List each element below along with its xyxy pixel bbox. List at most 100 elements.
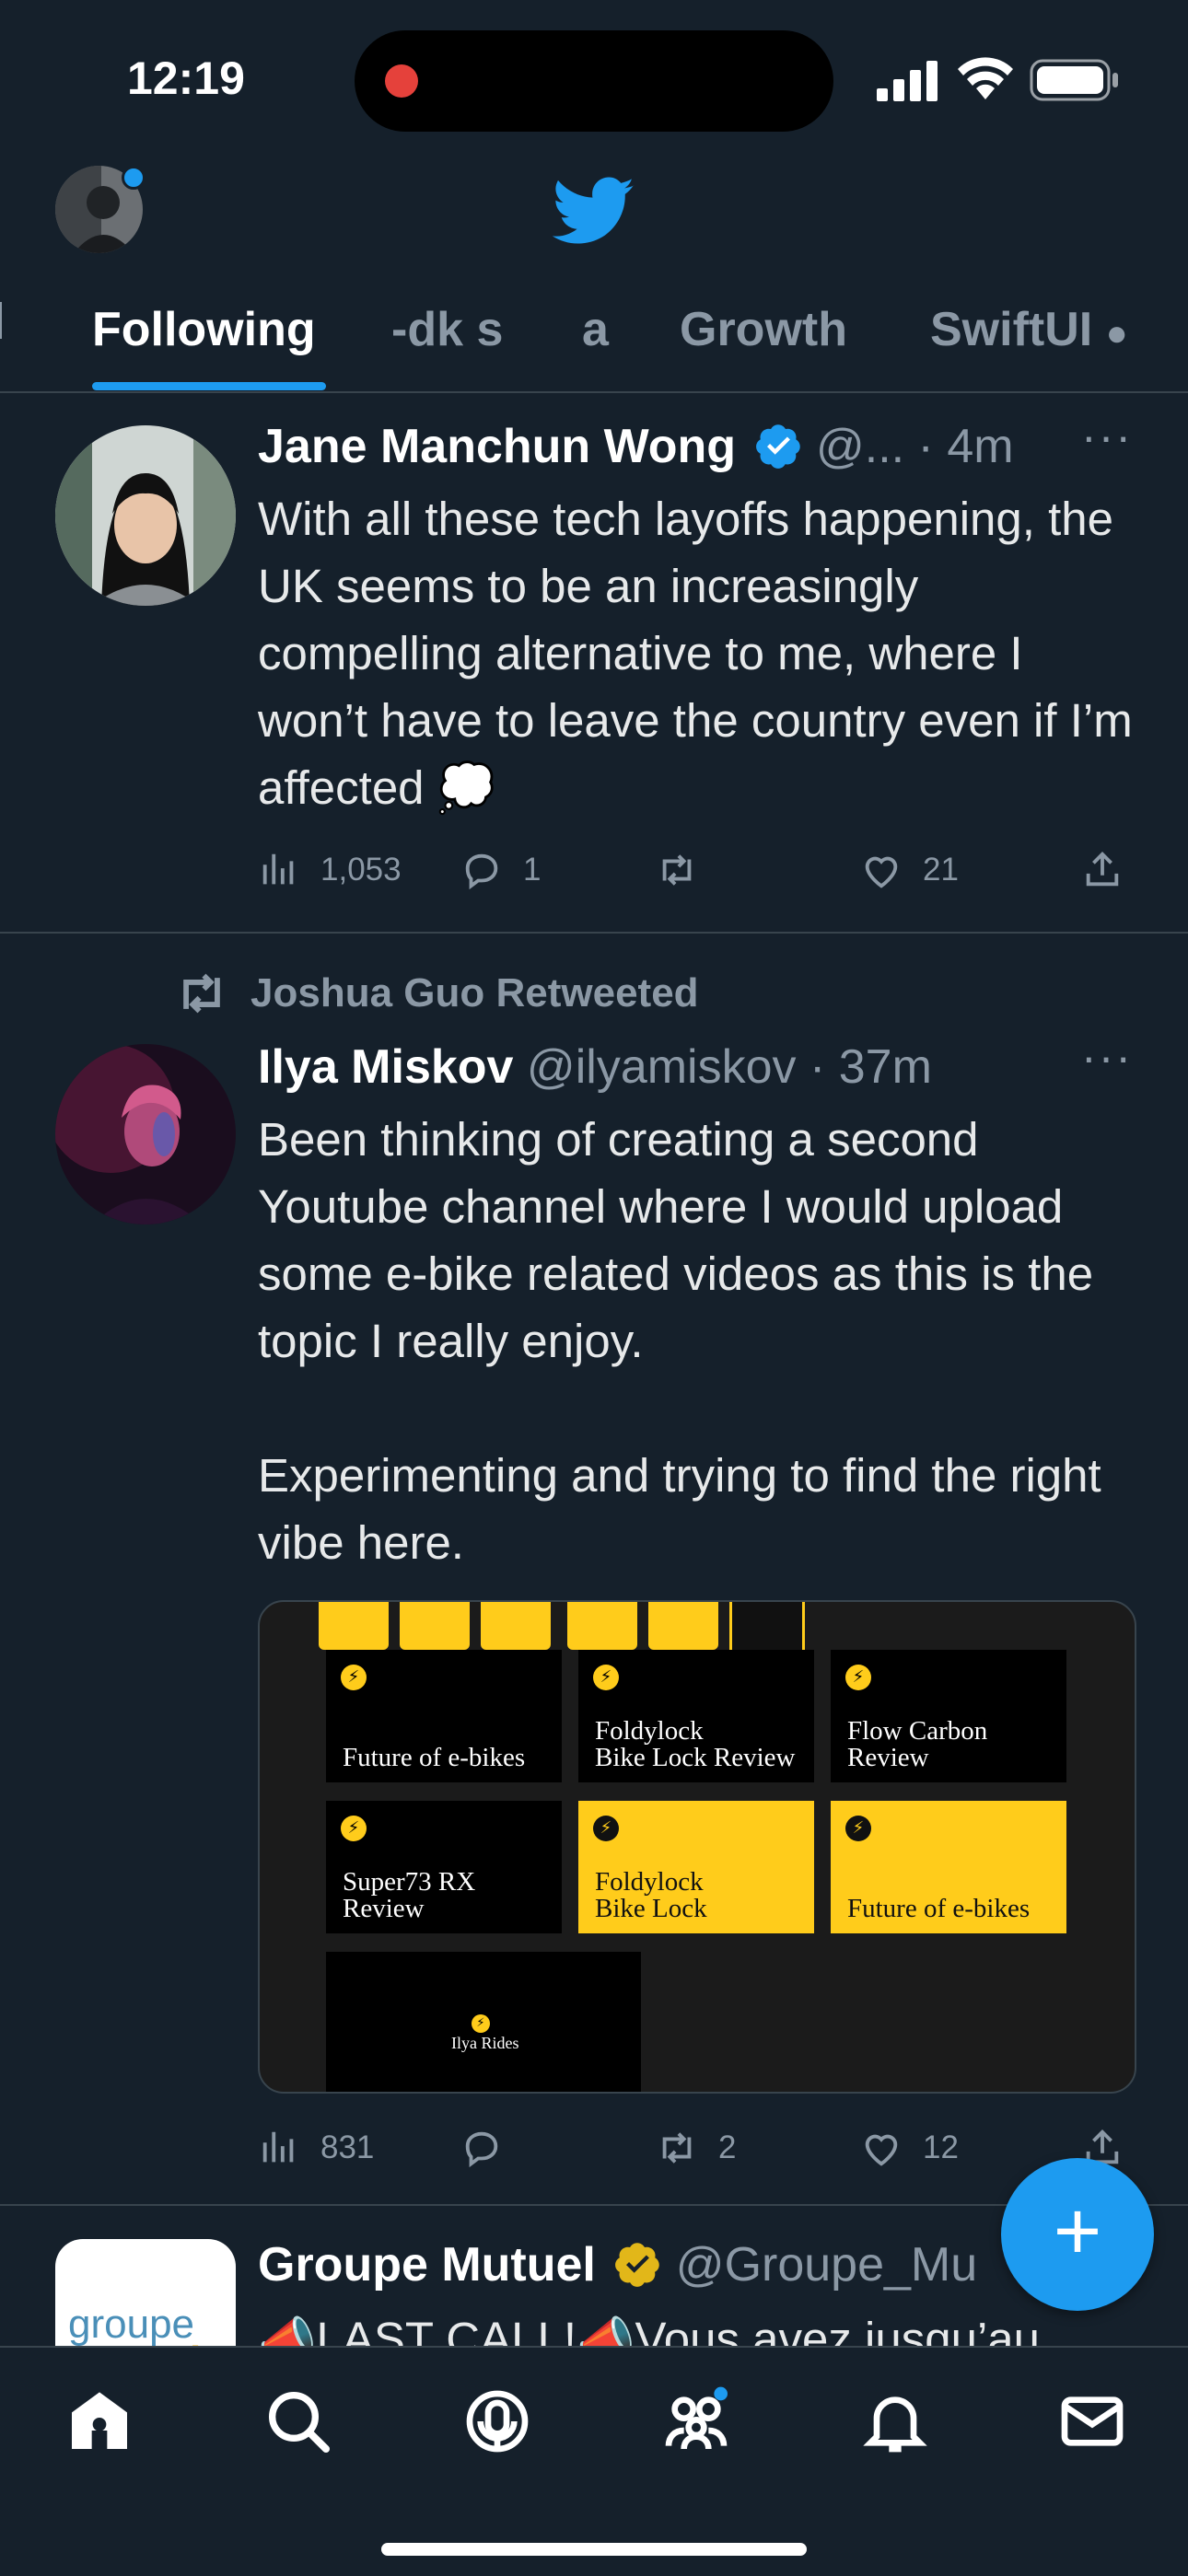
media-thumbnail: ⚡ Foldylock Bike Lock — [578, 1801, 814, 1933]
tweet-text: With all these tech layoffs happening, t… — [258, 493, 1146, 814]
share-action[interactable] — [1081, 849, 1144, 891]
channel-banner: ⚡ Ilya Rides — [326, 1952, 641, 2092]
tweet-header: Ilya Miskov @ilyamiskov · 37m — [258, 1039, 932, 1095]
bolt-icon: ⚡ — [341, 1665, 367, 1690]
meta-separator: · — [904, 420, 948, 473]
bolt-icon: ⚡ — [845, 1665, 871, 1690]
reply-action[interactable]: 1 — [460, 849, 541, 891]
bottom-tab-bar — [0, 2346, 1188, 2576]
tab-growth[interactable]: Growth — [680, 302, 847, 357]
thumbnail-icon-strip — [567, 1602, 637, 1650]
retweet-action[interactable] — [656, 849, 718, 891]
author-name[interactable]: Jane Manchun Wong — [258, 420, 736, 473]
tab-search[interactable] — [262, 2385, 335, 2458]
reply-icon — [465, 853, 498, 890]
timeline-tabs: ▌ Following -dk s a Growth SwiftUI ● — [0, 285, 1188, 393]
retweet-icon — [183, 973, 220, 1014]
recording-indicator-icon — [385, 64, 418, 98]
tab-previous-partial[interactable]: ▌ — [0, 302, 2, 339]
like-count: 12 — [923, 2129, 959, 2165]
media-thumbnail: ⚡ Super73 RX Review — [326, 1801, 562, 1933]
tab-following[interactable]: Following — [92, 302, 316, 357]
views-count: 831 — [320, 2129, 375, 2165]
views-action[interactable]: 831 — [258, 2127, 374, 2169]
tweet-actions: 1,053 1 21 — [258, 849, 1142, 904]
active-tab-indicator — [92, 382, 326, 390]
retweet-icon — [662, 854, 692, 886]
notifications-icon — [863, 2396, 927, 2453]
reply-icon — [465, 2131, 498, 2168]
author-handle: @ilyamiskov — [526, 1040, 797, 1094]
thumbnail-title: Super73 RX Review — [343, 1867, 476, 1923]
author-avatar[interactable]: groupe mutuel — [55, 2239, 236, 2346]
tab-home[interactable] — [63, 2385, 136, 2458]
thumbnail-icon-strip — [648, 1602, 718, 1650]
tab-dk-s[interactable]: -dk s — [391, 302, 503, 357]
media-thumbnail: ⚡ Future of e-bikes — [831, 1801, 1066, 1933]
bolt-icon: ⚡ — [593, 1665, 619, 1690]
reply-action[interactable] — [460, 2127, 523, 2169]
twitter-bird-icon[interactable] — [553, 175, 635, 249]
bolt-icon: ⚡ — [341, 1816, 367, 1841]
retweeted-by: Joshua Guo Retweeted — [175, 970, 699, 1016]
compose-tweet-button[interactable]: + — [1001, 2158, 1154, 2311]
tweet-media-image[interactable]: ⚡ Future of e-bikes ⚡ Foldylock Bike Loc… — [258, 1600, 1136, 2094]
tweet-text: Been thinking of creating a second Youtu… — [258, 1113, 1101, 1569]
tab-spaces[interactable] — [460, 2385, 534, 2458]
retweet-count: 2 — [718, 2129, 737, 2165]
meta-separator: · — [796, 1040, 839, 1094]
tweet[interactable]: Jane Manchun Wong @... · 4m ··· With all… — [0, 393, 1188, 930]
media-thumbnail: ⚡ Future of e-bikes — [326, 1650, 562, 1782]
compose-icon: + — [1053, 2186, 1102, 2278]
tweet[interactable]: Joshua Guo Retweeted Ilya Miskov @ilyami… — [0, 934, 1188, 2204]
author-avatar[interactable] — [55, 425, 236, 606]
gold-verified-badge-icon — [615, 2243, 660, 2287]
tab-messages[interactable] — [1055, 2385, 1129, 2458]
author-name[interactable]: Groupe Mutuel — [258, 2238, 596, 2292]
like-action[interactable]: 21 — [860, 849, 959, 891]
tab-notifications[interactable] — [858, 2385, 932, 2458]
thumbnail-title: Future of e-bikes — [343, 1743, 526, 1772]
thumbnail-icon-strip — [481, 1602, 551, 1650]
retweet-icon — [662, 2132, 692, 2164]
tweet-header: Jane Manchun Wong @... · 4m — [258, 419, 1014, 474]
views-action[interactable]: 1,053 — [258, 849, 402, 891]
like-action[interactable]: 12 — [860, 2127, 959, 2169]
heart-icon — [865, 856, 898, 888]
battery-icon — [1030, 59, 1118, 101]
status-time: 12:19 — [127, 52, 245, 104]
apple-logo-icon: ● — [1105, 313, 1128, 354]
share-icon — [1086, 852, 1119, 887]
new-activity-badge — [122, 166, 146, 190]
views-icon — [262, 853, 294, 885]
more-options-icon[interactable]: ··· — [1081, 410, 1133, 463]
retweet-action[interactable]: 2 — [656, 2127, 736, 2169]
communities-icon — [665, 2386, 728, 2450]
author-handle: @... — [815, 420, 905, 473]
author-handle: @Groupe_Mu — [675, 2238, 978, 2292]
tab-communities[interactable] — [659, 2385, 733, 2458]
heart-icon — [865, 2134, 898, 2166]
author-name[interactable]: Ilya Miskov — [258, 1040, 513, 1094]
media-thumbnail: ⚡ Flow Carbon Review — [831, 1650, 1066, 1782]
views-count: 1,053 — [320, 852, 402, 888]
wifi-icon — [958, 57, 1013, 99]
tab-a[interactable]: a — [582, 302, 609, 357]
more-options-icon[interactable]: ··· — [1081, 1030, 1133, 1084]
thumbnail-title: Flow Carbon Review — [847, 1716, 988, 1772]
spaces-icon — [466, 2390, 529, 2453]
thumbnail-icon-strip — [319, 1602, 389, 1650]
tab-swiftui[interactable]: SwiftUI ● — [930, 302, 1128, 357]
status-bar: 12:19 — [0, 0, 1188, 157]
bolt-icon: ⚡ — [593, 1816, 619, 1841]
tweet-header: Groupe Mutuel @Groupe_Mu — [258, 2237, 977, 2292]
verified-badge-icon — [755, 424, 800, 469]
author-avatar[interactable] — [55, 1044, 236, 1224]
retweeted-by-label[interactable]: Joshua Guo Retweeted — [250, 970, 699, 1016]
thumbnail-title: Future of e-bikes — [847, 1894, 1031, 1923]
thumbnail-title: Foldylock Bike Lock Review — [595, 1716, 796, 1772]
tweet-text: 📣LAST CALL!📣Vous avez jusqu’au — [258, 2313, 1041, 2346]
media-thumbnail: ⚡ Foldylock Bike Lock Review — [578, 1650, 814, 1782]
reply-count: 1 — [523, 852, 542, 888]
messages-icon — [1061, 2396, 1124, 2446]
